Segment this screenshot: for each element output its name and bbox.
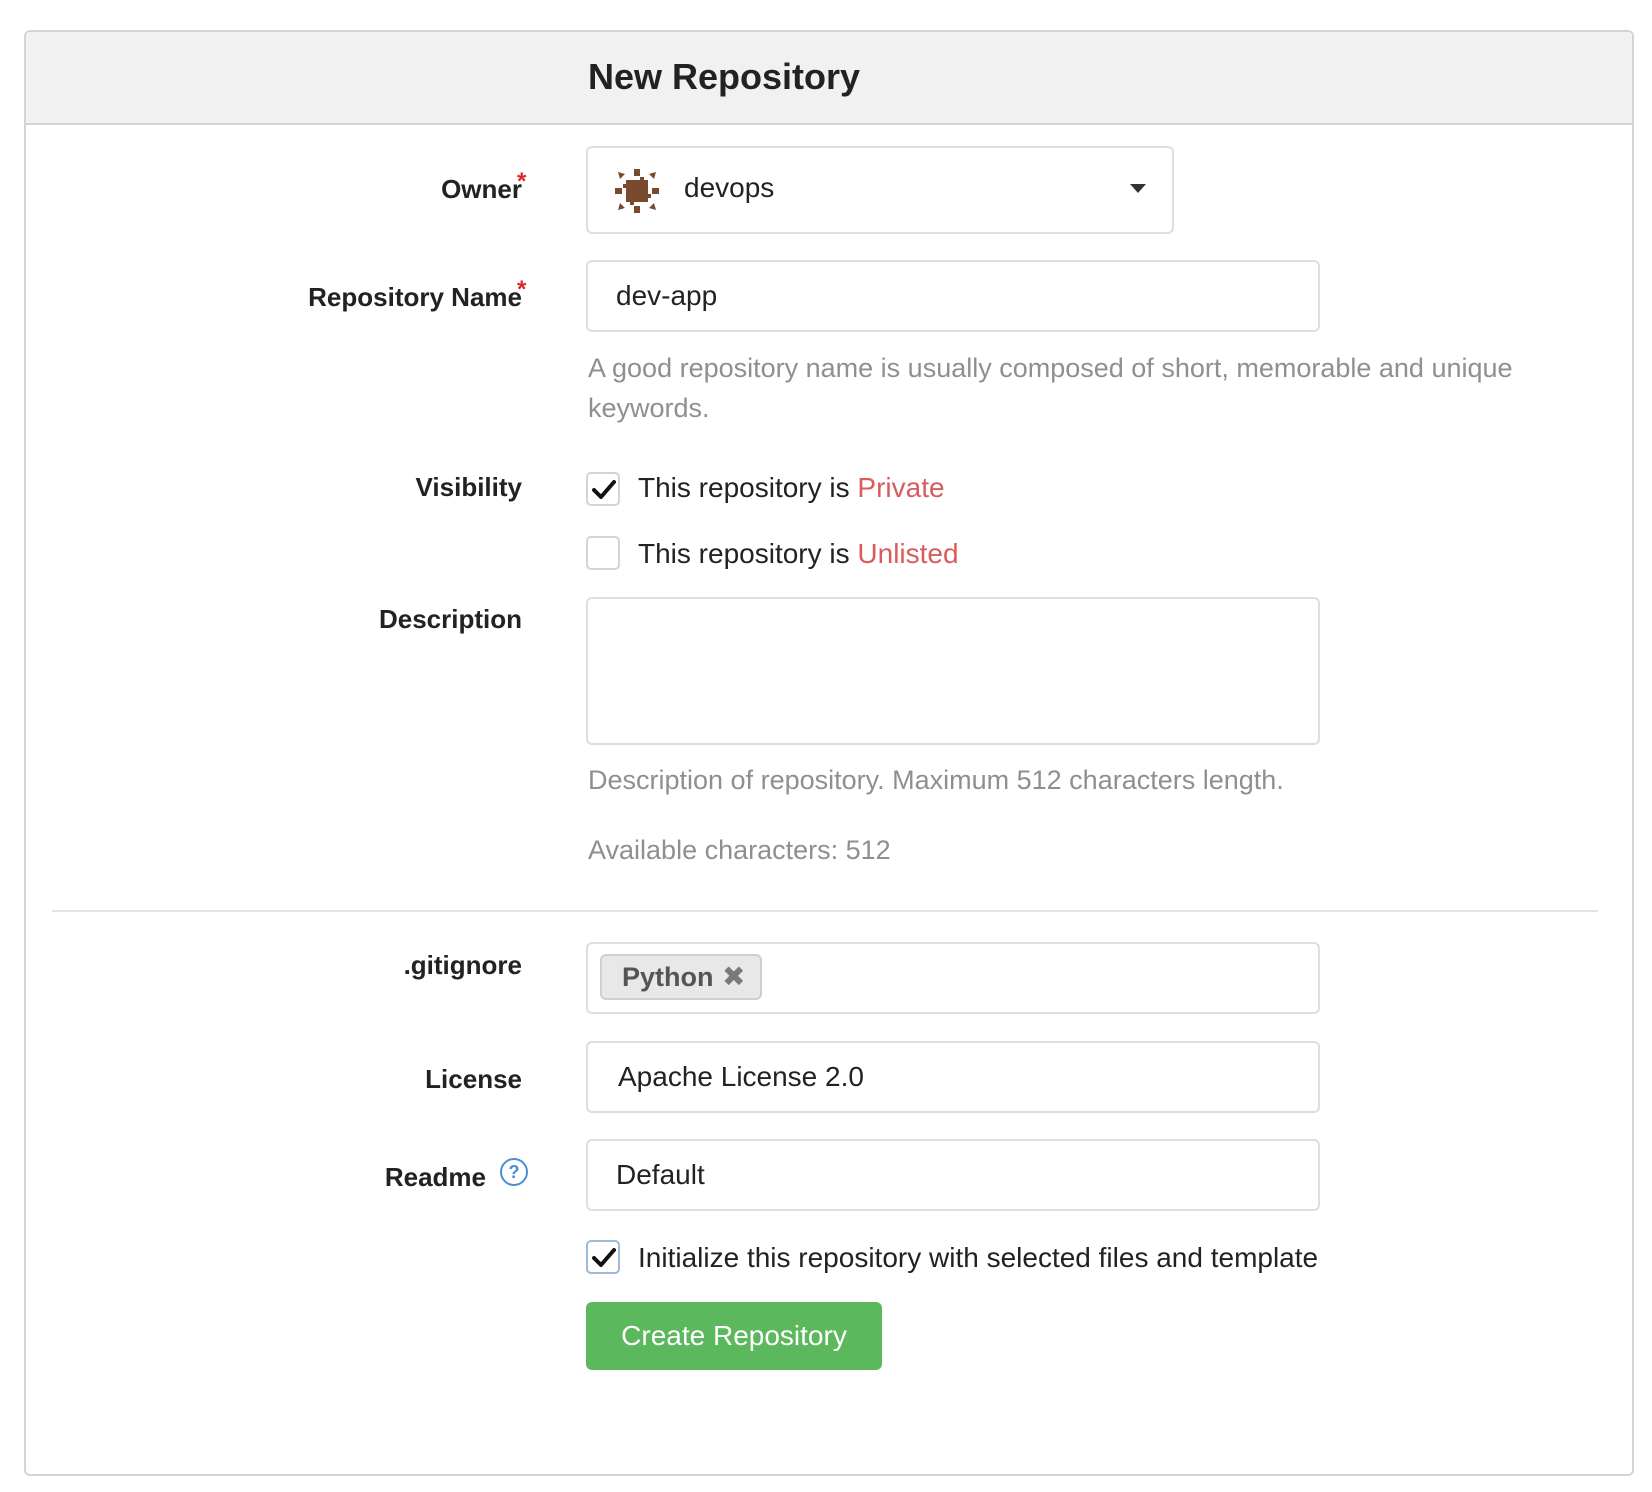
- visibility-label: Visibility: [415, 472, 522, 502]
- owner-avatar-icon: [615, 169, 659, 213]
- gitignore-label: .gitignore: [403, 950, 522, 980]
- license-value: Apache License 2.0: [618, 1061, 864, 1092]
- private-checkbox[interactable]: [586, 472, 620, 506]
- readme-value: Default: [616, 1159, 705, 1190]
- section-divider: [52, 910, 1598, 912]
- unlisted-label-accent: Unlisted: [857, 538, 959, 569]
- init-checkbox[interactable]: [586, 1240, 620, 1274]
- owner-required-mark: *: [517, 168, 527, 195]
- available-characters: Available characters: 512: [588, 835, 891, 865]
- gitignore-tag-label: Python: [622, 962, 714, 992]
- gitignore-select[interactable]: Python ✖: [586, 942, 1320, 1014]
- repo-name-help: A good repository name is usually compos…: [588, 353, 1513, 423]
- create-repository-button[interactable]: Create Repository: [586, 1302, 882, 1370]
- readme-select[interactable]: Default: [586, 1139, 1320, 1211]
- description-label: Description: [378, 604, 522, 634]
- unlisted-label-prefix: This repository is: [638, 538, 850, 569]
- repo-name-value: dev-app: [616, 280, 718, 311]
- owner-label: Owner: [441, 174, 522, 204]
- page-title: New Repository: [588, 56, 861, 97]
- chevron-down-icon: [1130, 184, 1146, 193]
- private-label[interactable]: This repository is Private: [638, 472, 945, 504]
- checkmark-icon: [592, 480, 616, 499]
- init-label[interactable]: Initialize this repository with selected…: [638, 1242, 1318, 1274]
- repo-name-required-mark: *: [517, 276, 527, 303]
- private-label-prefix: This repository is: [638, 472, 850, 503]
- license-label: License: [425, 1064, 522, 1094]
- license-select[interactable]: Apache License 2.0: [586, 1041, 1320, 1113]
- unlisted-checkbox[interactable]: [586, 536, 620, 570]
- close-icon[interactable]: ✖: [722, 960, 745, 993]
- question-circle-icon[interactable]: ?: [500, 1158, 528, 1186]
- new-repository-form: New Repository Owner * devops Repository…: [24, 30, 1634, 1476]
- form-header: New Repository: [26, 32, 1632, 125]
- description-textarea[interactable]: [586, 597, 1320, 745]
- repo-name-label: Repository Name: [308, 282, 522, 312]
- owner-dropdown[interactable]: devops: [586, 146, 1174, 234]
- owner-value: devops: [684, 172, 775, 203]
- unlisted-label[interactable]: This repository is Unlisted: [638, 538, 959, 570]
- readme-label: Readme: [384, 1162, 486, 1192]
- gitignore-tag-python: Python ✖: [600, 954, 762, 1000]
- repo-name-input[interactable]: dev-app: [586, 260, 1320, 332]
- checkmark-icon: [592, 1248, 616, 1267]
- private-label-accent: Private: [857, 472, 945, 503]
- description-help: Description of repository. Maximum 512 c…: [588, 765, 1284, 795]
